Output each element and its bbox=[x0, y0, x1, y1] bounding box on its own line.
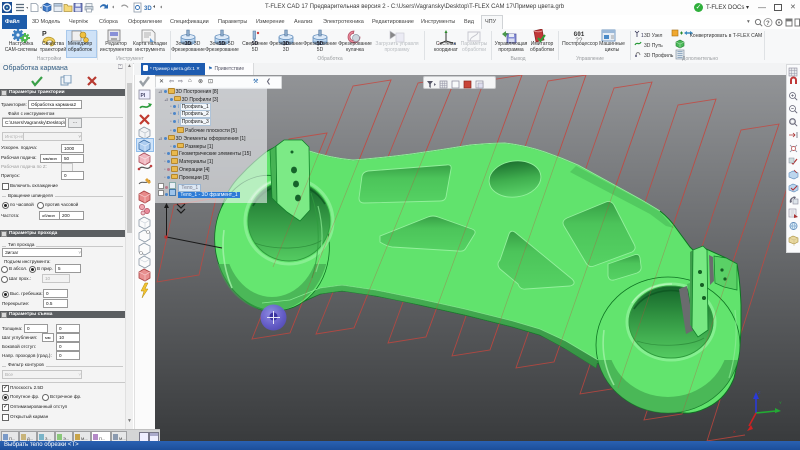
svg-text:P: P bbox=[42, 31, 47, 38]
svg-text:?: ? bbox=[766, 21, 770, 27]
svg-text:Конвертировать в T-FLEX CAM: Конвертировать в T-FLEX CAM bbox=[690, 33, 762, 39]
svg-text:Y: Y bbox=[779, 400, 782, 405]
svg-text:3D Путь: 3D Путь bbox=[644, 43, 663, 49]
svg-text:3D Профиль: 3D Профиль bbox=[644, 53, 674, 59]
svg-text:3D: 3D bbox=[144, 6, 152, 12]
svg-text:X: X bbox=[733, 429, 736, 434]
svg-text:3D Узел: 3D Узел bbox=[644, 33, 663, 39]
